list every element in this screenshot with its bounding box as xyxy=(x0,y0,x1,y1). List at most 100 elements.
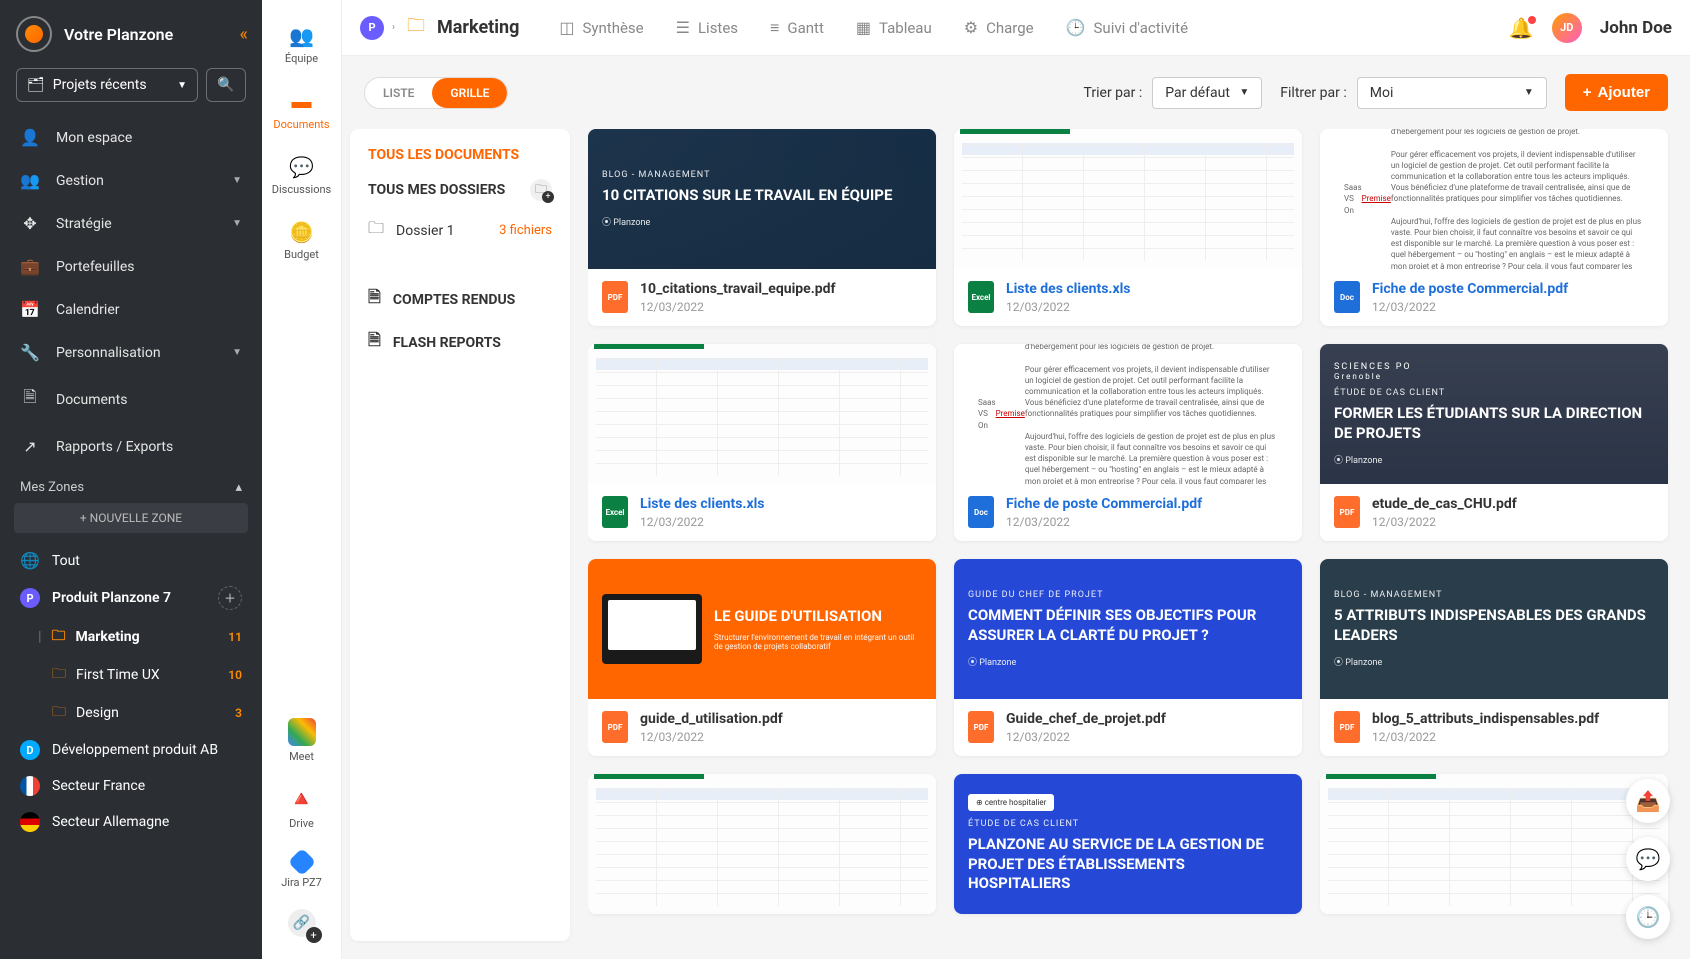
search-button[interactable]: 🔍 xyxy=(206,68,246,102)
zone-marketing[interactable]: | 🗀 Marketing 11 xyxy=(0,618,262,656)
pdf-icon: PDF xyxy=(1334,711,1360,743)
breadcrumb-chevron-icon: › xyxy=(392,22,395,33)
sidebar-item-documents[interactable]: 🗎 Documents xyxy=(0,374,262,425)
document-card[interactable]: Excel Liste des clients.xls 12/03/2022 xyxy=(588,344,936,541)
notifications-button[interactable]: 🔔 xyxy=(1509,16,1534,40)
zone-germany[interactable]: Secteur Allemagne xyxy=(0,804,262,840)
users-icon: 👥 xyxy=(20,171,40,190)
document-card[interactable]: Saas VS On Premise : découvrez les atout… xyxy=(1320,129,1668,326)
calendar-icon: 📅 xyxy=(20,300,40,319)
document-card[interactable] xyxy=(588,774,936,914)
fab-chat[interactable]: 💬 xyxy=(1626,837,1670,881)
filter-value: Moi xyxy=(1370,85,1394,101)
rail-documents[interactable]: ▬ Documents xyxy=(262,79,341,141)
document-card[interactable]: ⊕ centre hospitalierÉTUDE DE CAS CLIENTP… xyxy=(954,774,1302,914)
folder-icon: 🗀 xyxy=(52,701,66,725)
sort-select[interactable]: Par défaut ▼ xyxy=(1152,77,1262,109)
zone-add-icon[interactable]: ＋ xyxy=(218,586,242,610)
zone-product-label: Produit Planzone 7 xyxy=(52,590,171,606)
tab-label: Charge xyxy=(986,19,1034,37)
user-name[interactable]: John Doe xyxy=(1600,18,1672,38)
document-card[interactable]: BLOG - MANAGEMENT5 ATTRIBUTS INDISPENSAB… xyxy=(1320,559,1668,756)
recent-projects-icon: 🗂 xyxy=(27,77,45,93)
document-card[interactable]: Saas VS On Premise : découvrez les atout… xyxy=(954,344,1302,541)
fab-timer[interactable]: 🕒 xyxy=(1626,895,1670,939)
project-badge[interactable]: P xyxy=(360,16,384,40)
document-card[interactable] xyxy=(1320,774,1668,914)
document-card[interactable]: SCIENCES POGrenobleÉTUDE DE CAS CLIENTFO… xyxy=(1320,344,1668,541)
rail-equipe[interactable]: 👥 Équipe xyxy=(262,14,341,75)
document-card[interactable]: BLOG - MANAGEMENT10 CITATIONS SUR LE TRA… xyxy=(588,129,936,326)
zone-design[interactable]: 🗀 Design 3 xyxy=(0,694,262,732)
rail-budget[interactable]: 🪙 Budget xyxy=(262,210,341,271)
filter-select[interactable]: Moi ▼ xyxy=(1357,77,1547,109)
xls-icon: Excel xyxy=(968,281,994,313)
view-grid-button[interactable]: GRILLE xyxy=(432,78,507,108)
folder-flash[interactable]: 🗎 FLASH REPORTS xyxy=(368,329,552,356)
pdf-icon: PDF xyxy=(602,711,628,743)
zone-firstux[interactable]: 🗀 First Time UX 10 xyxy=(0,656,262,694)
chevron-up-icon: ▴ xyxy=(235,480,242,495)
sidebar-item-rapports-exports[interactable]: ↗ Rapports / Exports xyxy=(0,425,262,468)
rail-jira[interactable]: Jira PZ7 xyxy=(262,844,341,897)
tab-synth-se[interactable]: ◫Synthèse xyxy=(543,0,659,56)
sidebar-item-label: Mon espace xyxy=(56,130,132,146)
recent-projects-label: Projets récents xyxy=(53,77,147,93)
document-card[interactable]: GUIDE DU CHEF DE PROJETCOMMENT DÉFINIR S… xyxy=(954,559,1302,756)
zone-france[interactable]: Secteur France xyxy=(0,768,262,804)
new-zone-button[interactable]: + NOUVELLE ZONE xyxy=(14,503,248,533)
activity-icon: 🕒 xyxy=(1066,18,1086,37)
folder-icon: 🗀 xyxy=(52,625,66,649)
zone-dev[interactable]: D Développement produit AB xyxy=(0,732,262,768)
sidebar-item-label: Documents xyxy=(56,392,127,408)
app-title: Votre Planzone xyxy=(64,25,173,44)
tab-gantt[interactable]: ≡Gantt xyxy=(754,0,840,56)
document-card[interactable]: Excel Liste des clients.xls 12/03/2022 xyxy=(954,129,1302,326)
folder-comptes[interactable]: 🗎 COMPTES RENDUS xyxy=(368,286,552,313)
rail-add-integration[interactable]: 🔗 + xyxy=(282,903,322,943)
zones-label: Mes Zones xyxy=(20,480,84,495)
avatar[interactable]: JD xyxy=(1552,13,1582,43)
all-documents-link[interactable]: TOUS LES DOCUMENTS xyxy=(368,147,552,163)
rail-discussions[interactable]: 💬 Discussions xyxy=(262,145,341,206)
add-folder-button[interactable]: 🗀+ xyxy=(530,179,552,201)
collapse-sidebar-icon[interactable]: « xyxy=(240,24,248,45)
chevron-down-icon: ▼ xyxy=(232,347,242,358)
view-toggle: LISTE GRILLE xyxy=(364,77,508,109)
zones-section-header[interactable]: Mes Zones ▴ xyxy=(0,468,262,503)
sidebar-item-mon-espace[interactable]: 👤 Mon espace xyxy=(0,116,262,159)
rail-drive[interactable]: 🔺 Drive xyxy=(262,777,341,838)
app-logo[interactable] xyxy=(16,16,52,52)
secondary-rail: 👥 Équipe ▬ Documents 💬 Discussions 🪙 Bud… xyxy=(262,0,342,959)
doc-icon: Doc xyxy=(1334,281,1360,313)
sidebar-item-calendrier[interactable]: 📅 Calendrier xyxy=(0,288,262,331)
zone-dev-badge: D xyxy=(20,740,40,760)
tab-listes[interactable]: ☰Listes xyxy=(660,0,754,56)
document-name: Liste des clients.xls xyxy=(1006,281,1130,297)
add-button[interactable]: + Ajouter xyxy=(1565,74,1668,111)
sidebar-item-portefeuilles[interactable]: 💼 Portefeuilles xyxy=(0,245,262,288)
document-card[interactable]: LE GUIDE D'UTILISATIONStructurer l'envir… xyxy=(588,559,936,756)
zone-design-label: Design xyxy=(76,705,119,721)
document-date: 12/03/2022 xyxy=(1006,515,1202,529)
sidebar-item-gestion[interactable]: 👥 Gestion ▼ xyxy=(0,159,262,202)
fab-export[interactable]: 📤 xyxy=(1626,779,1670,823)
rail-meet[interactable]: Meet xyxy=(262,710,341,771)
tab-charge[interactable]: ⚙Charge xyxy=(948,0,1050,56)
view-list-button[interactable]: LISTE xyxy=(365,78,432,108)
recent-projects-select[interactable]: 🗂 Projets récents ▼ xyxy=(16,68,198,102)
tab-tableau[interactable]: ▦Tableau xyxy=(840,0,948,56)
document-name: blog_5_attributs_indispensables.pdf xyxy=(1372,711,1599,727)
folder-dossier1[interactable]: 🗀 Dossier 1 3 fichiers xyxy=(368,217,552,244)
sidebar-item-strat-gie[interactable]: ✥ Stratégie ▼ xyxy=(0,202,262,245)
chevron-down-icon: ▼ xyxy=(232,218,242,229)
tab-suivi-d-activit-[interactable]: 🕒Suivi d'activité xyxy=(1050,0,1204,56)
grid-icon: ◫ xyxy=(559,18,574,37)
folder-dossier1-label: Dossier 1 xyxy=(396,223,455,239)
main: P › 🗀 Marketing ◫Synthèse☰Listes≡Gantt▦T… xyxy=(342,0,1690,959)
document-icon: 🗎 xyxy=(368,329,381,356)
sidebar-item-personnalisation[interactable]: 🔧 Personnalisation ▼ xyxy=(0,331,262,374)
zone-all[interactable]: 🌐 Tout xyxy=(0,543,262,578)
zone-all-label: Tout xyxy=(52,553,80,569)
zone-product[interactable]: P Produit Planzone 7 ＋ xyxy=(0,578,262,618)
